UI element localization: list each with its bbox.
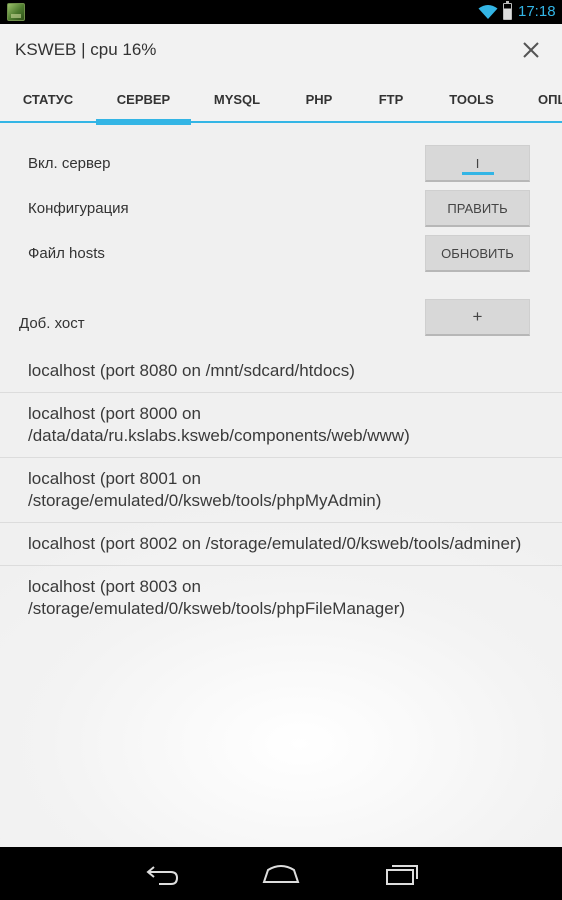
add-host-button[interactable]: + bbox=[425, 299, 530, 336]
update-hosts-button[interactable]: ОБНОВИТЬ bbox=[425, 235, 530, 272]
home-icon[interactable] bbox=[261, 859, 301, 887]
close-icon bbox=[523, 42, 539, 58]
action-bar: KSWEB | cpu 16% bbox=[0, 24, 562, 76]
status-clock: 17:18 bbox=[518, 3, 556, 20]
tab-status[interactable]: СТАТУС bbox=[0, 76, 96, 123]
host-list: localhost (port 8080 on /mnt/sdcard/htdo… bbox=[0, 350, 562, 630]
tab-options[interactable]: ОПЦ bbox=[516, 76, 562, 123]
navigation-bar bbox=[0, 847, 562, 900]
tab-ftp[interactable]: FTP bbox=[355, 76, 427, 123]
notification-app-icon bbox=[7, 3, 25, 21]
app-title: KSWEB | cpu 16% bbox=[15, 40, 157, 59]
toggle-state-label: I bbox=[475, 155, 480, 171]
hosts-file-label: Файл hosts bbox=[28, 245, 105, 262]
add-host-label: Доб. хост bbox=[19, 315, 85, 332]
host-item[interactable]: localhost (port 8002 on /storage/emulate… bbox=[0, 523, 562, 566]
tab-bar: СТАТУС СЕРВЕР MYSQL PHP FTP TOOLS ОПЦ bbox=[0, 76, 562, 125]
toggle-on-indicator bbox=[462, 172, 494, 175]
wifi-icon bbox=[478, 5, 498, 19]
tab-tools[interactable]: TOOLS bbox=[427, 76, 516, 123]
tab-mysql[interactable]: MYSQL bbox=[191, 76, 283, 123]
status-bar: 17:18 bbox=[0, 0, 562, 24]
edit-config-button[interactable]: ПРАВИТЬ bbox=[425, 190, 530, 227]
host-item[interactable]: localhost (port 8003 on /storage/emulate… bbox=[0, 566, 562, 630]
host-item[interactable]: localhost (port 8000 on /data/data/ru.ks… bbox=[0, 393, 562, 458]
back-icon[interactable] bbox=[141, 859, 181, 887]
close-button[interactable] bbox=[514, 34, 548, 66]
enable-server-label: Вкл. сервер bbox=[28, 155, 111, 172]
server-toggle-button[interactable]: I bbox=[425, 145, 530, 182]
host-item[interactable]: localhost (port 8080 on /mnt/sdcard/htdo… bbox=[0, 350, 562, 393]
recent-apps-icon[interactable] bbox=[382, 859, 422, 887]
tab-server[interactable]: СЕРВЕР bbox=[96, 76, 191, 125]
configuration-label: Конфигурация bbox=[28, 200, 129, 217]
app-window: KSWEB | cpu 16% СТАТУС СЕРВЕР MYSQL PHP … bbox=[0, 24, 562, 847]
tab-php[interactable]: PHP bbox=[283, 76, 355, 123]
host-item[interactable]: localhost (port 8001 on /storage/emulate… bbox=[0, 458, 562, 523]
battery-icon bbox=[503, 1, 512, 20]
